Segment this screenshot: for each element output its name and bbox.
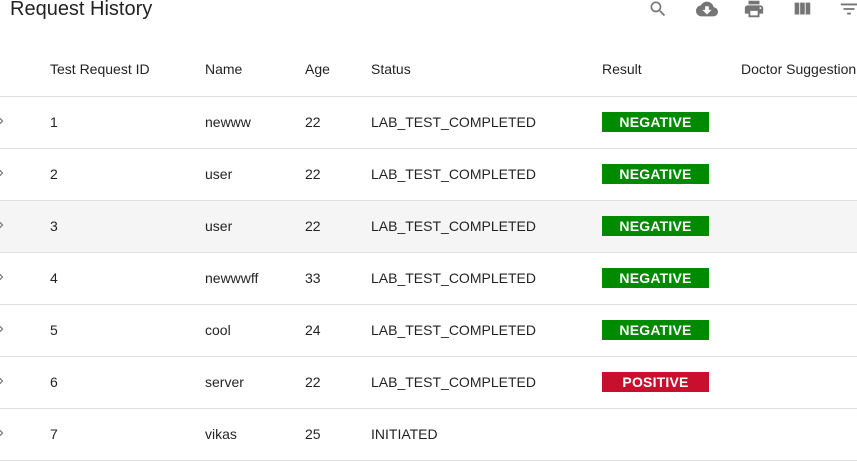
view-column-icon[interactable] — [791, 0, 813, 18]
cell-test-request-id: 4 — [50, 270, 58, 286]
table-row[interactable]: 1 newww 22 LAB_TEST_COMPLETED NEGATIVE — [0, 96, 857, 148]
chevron-right-icon[interactable] — [0, 114, 8, 131]
cell-test-request-id: 7 — [50, 426, 58, 442]
cell-doctor-suggestion — [741, 148, 857, 200]
cell-status: LAB_TEST_COMPLETED — [371, 374, 536, 390]
cell-age: 22 — [305, 166, 321, 182]
row-expander[interactable] — [0, 252, 50, 304]
cell-status: LAB_TEST_COMPLETED — [371, 218, 536, 234]
table-row[interactable]: 2 user 22 LAB_TEST_COMPLETED NEGATIVE — [0, 148, 857, 200]
column-header-age[interactable]: Age — [305, 42, 371, 97]
cell-test-request-id: 5 — [50, 322, 58, 338]
result-badge: POSITIVE — [602, 372, 709, 392]
table-row[interactable]: 4 newwwff 33 LAB_TEST_COMPLETED NEGATIVE — [0, 252, 857, 304]
cell-result: NEGATIVE — [602, 252, 741, 304]
cell-test-request-id: 3 — [50, 218, 58, 234]
column-header-status[interactable]: Status — [371, 42, 602, 97]
chevron-right-icon[interactable] — [0, 322, 8, 339]
cell-name: server — [205, 374, 244, 390]
cell-result: NEGATIVE — [602, 200, 741, 252]
column-header-test-request-id[interactable]: Test Request ID — [50, 42, 205, 97]
filter-list-icon[interactable] — [838, 0, 857, 18]
column-header-expand — [0, 42, 50, 97]
cell-status: LAB_TEST_COMPLETED — [371, 270, 536, 286]
result-badge: NEGATIVE — [602, 268, 709, 288]
cell-age: 33 — [305, 270, 321, 286]
cell-age: 22 — [305, 218, 321, 234]
cell-test-request-id: 1 — [50, 114, 58, 130]
result-badge: NEGATIVE — [602, 164, 709, 184]
chevron-right-icon[interactable] — [0, 166, 8, 183]
chevron-right-icon[interactable] — [0, 374, 8, 391]
cell-result — [602, 408, 741, 460]
cell-test-request-id: 6 — [50, 374, 58, 390]
cell-doctor-suggestion — [741, 356, 857, 408]
cell-test-request-id: 2 — [50, 166, 58, 182]
column-header-name[interactable]: Name — [205, 42, 305, 97]
result-badge: NEGATIVE — [602, 320, 709, 340]
cell-doctor-suggestion — [741, 200, 857, 252]
chevron-right-icon[interactable] — [0, 426, 8, 443]
cell-name: newww — [205, 114, 251, 130]
cell-name: cool — [205, 322, 231, 338]
chevron-right-icon[interactable] — [0, 270, 8, 287]
cell-result: NEGATIVE — [602, 148, 741, 200]
cell-age: 22 — [305, 114, 321, 130]
cell-status: LAB_TEST_COMPLETED — [371, 114, 536, 130]
search-icon[interactable] — [647, 0, 669, 18]
cell-name: user — [205, 218, 233, 234]
row-expander[interactable] — [0, 408, 50, 460]
cell-age: 22 — [305, 374, 321, 390]
row-expander[interactable] — [0, 200, 50, 252]
table-row[interactable]: 5 cool 24 LAB_TEST_COMPLETED NEGATIVE — [0, 304, 857, 356]
table-row[interactable]: 3 user 22 LAB_TEST_COMPLETED NEGATIVE — [0, 200, 857, 252]
page-title: Request History — [10, 0, 153, 20]
cell-age: 25 — [305, 426, 321, 442]
row-expander[interactable] — [0, 304, 50, 356]
cell-result: NEGATIVE — [602, 96, 741, 148]
cloud-download-icon[interactable] — [694, 0, 720, 18]
table-toolbar: Request History — [0, 0, 857, 40]
table-row[interactable]: 7 vikas 25 INITIATED — [0, 408, 857, 460]
cell-name: newwwff — [205, 270, 259, 286]
row-expander[interactable] — [0, 356, 50, 408]
row-expander[interactable] — [0, 96, 50, 148]
result-badge: NEGATIVE — [602, 112, 709, 132]
chevron-right-icon[interactable] — [0, 218, 8, 235]
table-header-row: Test Request ID Name Age Status Result D… — [0, 42, 857, 97]
cell-doctor-suggestion — [741, 252, 857, 304]
print-icon[interactable] — [743, 0, 765, 18]
cell-name: vikas — [205, 426, 237, 442]
cell-doctor-suggestion — [741, 408, 857, 460]
cell-status: LAB_TEST_COMPLETED — [371, 166, 536, 182]
column-header-result[interactable]: Result — [602, 42, 741, 97]
column-header-doctor-suggestion[interactable]: Doctor Suggestion — [741, 42, 857, 97]
cell-result: NEGATIVE — [602, 304, 741, 356]
cell-result: POSITIVE — [602, 356, 741, 408]
table-row[interactable]: 6 server 22 LAB_TEST_COMPLETED POSITIVE — [0, 356, 857, 408]
cell-status: LAB_TEST_COMPLETED — [371, 322, 536, 338]
cell-age: 24 — [305, 322, 321, 338]
cell-doctor-suggestion — [741, 96, 857, 148]
result-badge: NEGATIVE — [602, 216, 709, 236]
request-history-table: Test Request ID Name Age Status Result D… — [0, 42, 857, 461]
cell-name: user — [205, 166, 233, 182]
cell-status: INITIATED — [371, 426, 438, 442]
row-expander[interactable] — [0, 148, 50, 200]
cell-doctor-suggestion — [741, 304, 857, 356]
